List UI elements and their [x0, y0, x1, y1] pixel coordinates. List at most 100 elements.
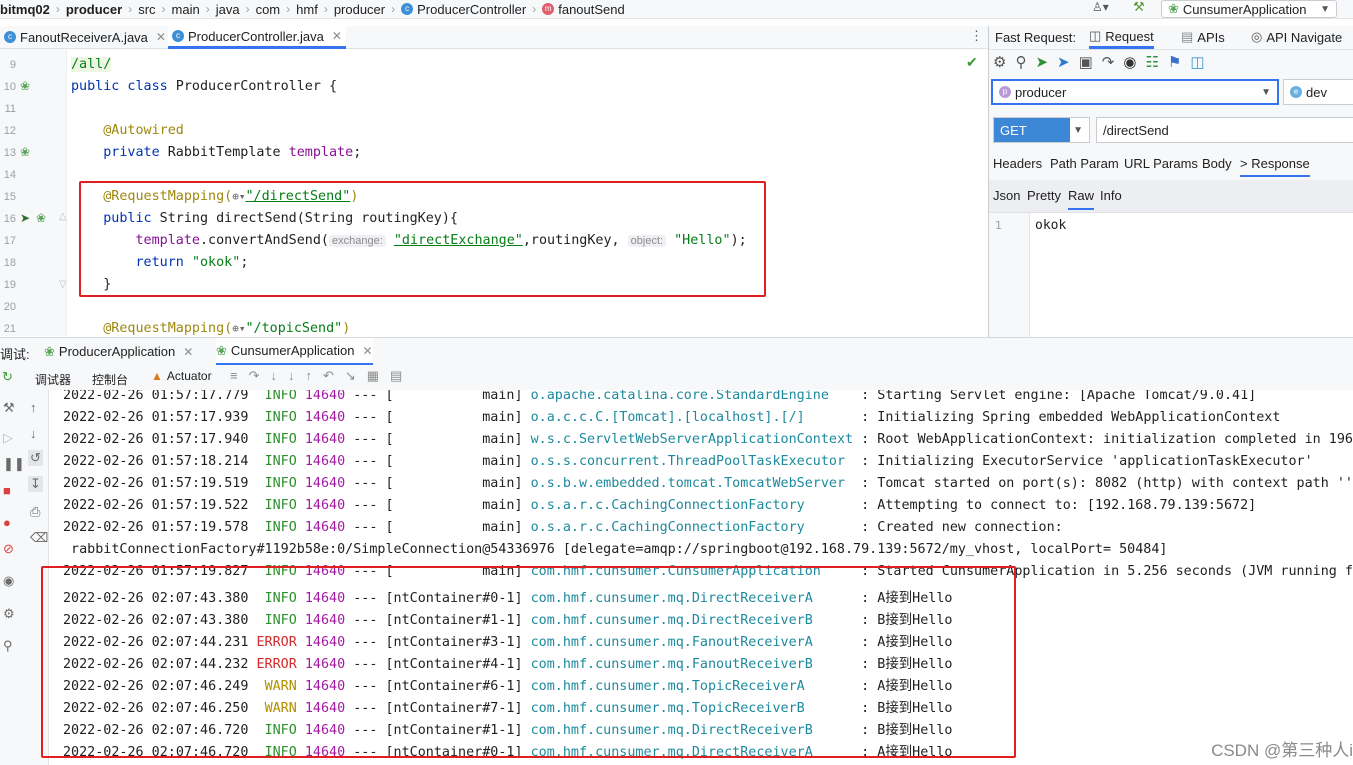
tab-producer-controller[interactable]: c ProducerController.java ✕: [168, 26, 346, 49]
tab-pretty[interactable]: Pretty: [1027, 188, 1061, 203]
tab-info[interactable]: Info: [1100, 188, 1122, 203]
doc-icon[interactable]: ☷: [1145, 53, 1158, 71]
resume-icon[interactable]: ▷: [3, 430, 13, 446]
method-selector[interactable]: GET ▼: [993, 117, 1090, 143]
log-pid: 14640: [304, 454, 346, 469]
camera-icon[interactable]: ◉: [3, 573, 14, 589]
breadcrumb-item[interactable]: producer ›: [66, 0, 138, 18]
spring-endpoint-icon[interactable]: ❀: [36, 211, 46, 225]
tab-console[interactable]: 控制台: [92, 371, 128, 388]
stop-icon[interactable]: ■: [3, 483, 11, 498]
log-message: : Attempting to connect to: [192.168.79.…: [861, 498, 1257, 513]
curl-icon[interactable]: ◉: [1123, 53, 1136, 71]
send-request-icon[interactable]: ➤: [20, 211, 30, 225]
breadcrumb-separator: ›: [286, 2, 291, 16]
log-separator: ---: [353, 498, 378, 513]
breadcrumb-item[interactable]: java ›: [216, 0, 256, 18]
tab-debugger[interactable]: 调试器: [35, 371, 71, 388]
log-timestamp: 2022-02-26 01:57:19.519: [63, 476, 249, 491]
breadcrumb-separator: ›: [323, 2, 328, 16]
breadcrumb-item[interactable]: c ProducerController ›: [401, 0, 542, 18]
breadcrumb-item[interactable]: com ›: [256, 0, 297, 18]
arrow-up-icon[interactable]: ↑: [30, 400, 37, 415]
tab-raw[interactable]: Raw: [1068, 188, 1095, 210]
mute-breakpoints-icon[interactable]: ⊘: [3, 541, 14, 557]
response-viewer[interactable]: 1 okok: [989, 212, 1353, 338]
tab-label: API Navigate: [1266, 29, 1343, 45]
spring-bean-icon[interactable]: ❀: [20, 145, 30, 159]
tab-cunsumer-application[interactable]: ❀ CunsumerApplication ✕: [216, 338, 373, 365]
trash-icon[interactable]: ⌫: [30, 530, 48, 546]
pin-icon[interactable]: ⚲: [3, 638, 13, 654]
rerun-icon[interactable]: ↻: [2, 369, 13, 385]
search-icon[interactable]: ⚲: [1015, 53, 1026, 71]
project-selector[interactable]: p producer ▼: [991, 79, 1279, 105]
gift-icon[interactable]: ◫: [1190, 53, 1204, 71]
log-line: 2022-02-26 01:57:19.522 INFO 14640 --- […: [63, 498, 1256, 513]
log-separator: ---: [353, 454, 378, 469]
breadcrumb-item[interactable]: hmf ›: [296, 0, 334, 18]
tab-api-navigate[interactable]: ◎ API Navigate: [1251, 26, 1342, 48]
log-separator: ---: [353, 410, 378, 425]
line-number: 18: [3, 257, 16, 269]
line-number: 13: [3, 147, 16, 159]
globe-icon[interactable]: ⊕▾: [232, 322, 245, 335]
close-icon[interactable]: ✕: [183, 345, 193, 359]
tab-url-params[interactable]: URL Params: [1124, 156, 1198, 171]
wrench-icon[interactable]: ⚙: [993, 53, 1006, 71]
print-icon[interactable]: ⎙: [30, 504, 40, 520]
run-config-selector[interactable]: ❀ CunsumerApplication ▼: [1161, 0, 1337, 18]
user-icon[interactable]: ♙▾: [1092, 0, 1109, 14]
breadcrumb-separator: ›: [532, 2, 537, 16]
tab-actuator[interactable]: ▲ Actuator: [151, 369, 212, 383]
breadcrumb-item[interactable]: src ›: [138, 0, 171, 18]
code-line-21: @RequestMapping(⊕▾"/topicSend"): [103, 321, 351, 336]
log-message: : Starting Servlet engine: [Apache Tomca…: [861, 390, 1257, 403]
fast-request-label: Fast Request:: [995, 29, 1076, 45]
scroll-to-end-icon[interactable]: ↧: [28, 476, 43, 492]
log-level: INFO: [264, 390, 297, 403]
pause-icon[interactable]: ❚❚: [3, 456, 25, 472]
tab-body[interactable]: Body: [1202, 156, 1232, 171]
breadcrumb-item[interactable]: bitmq02 ›: [0, 0, 66, 18]
breadcrumb-item[interactable]: m fanoutSend: [542, 0, 625, 18]
breadcrumb-label: hmf: [296, 1, 318, 17]
debug-step-icons[interactable]: ≡↷↓↓↑↶↘▦▤: [230, 368, 413, 384]
more-options-icon[interactable]: ⋮: [970, 28, 983, 44]
tab-apis[interactable]: ▤ APIs: [1181, 26, 1225, 48]
tab-headers[interactable]: Headers: [993, 156, 1042, 171]
send-download-icon[interactable]: ➤: [1057, 53, 1070, 71]
close-icon[interactable]: ✕: [156, 30, 166, 44]
soft-wrap-icon[interactable]: ↺: [28, 450, 43, 466]
wrench-icon[interactable]: ⚒: [3, 400, 15, 416]
tab-producer-application[interactable]: ❀ ProducerApplication ✕: [44, 338, 193, 365]
breadcrumb-item[interactable]: producer ›: [334, 0, 401, 18]
line-number: 11: [4, 103, 16, 115]
pin-icon[interactable]: ⚑: [1168, 53, 1181, 71]
settings-icon[interactable]: ⚙: [3, 606, 15, 622]
log-pid: 14640: [304, 498, 346, 513]
class-icon: c: [4, 31, 16, 43]
breakpoints-icon[interactable]: ●: [3, 515, 11, 530]
code-highlight-box: [79, 181, 766, 297]
spring-bean-icon[interactable]: ❀: [20, 79, 30, 93]
log-level: INFO: [264, 454, 297, 469]
tab-path-param[interactable]: Path Param: [1050, 156, 1119, 171]
code-line-10: public class ProducerController {: [71, 79, 338, 94]
send-icon[interactable]: ➤: [1035, 53, 1048, 71]
save-icon[interactable]: ▣: [1079, 53, 1093, 71]
build-hammer-icon[interactable]: ⚒: [1133, 0, 1145, 15]
close-icon[interactable]: ✕: [332, 29, 342, 43]
redo-icon[interactable]: ↷: [1102, 53, 1115, 71]
tab-response[interactable]: > Response: [1240, 156, 1310, 177]
tab-request[interactable]: ◫ Request: [1089, 26, 1154, 49]
log-thread: [ main]: [385, 390, 523, 403]
close-icon[interactable]: ✕: [362, 344, 372, 358]
tab-fanout-receiver-a[interactable]: c FanoutReceiverA.java ✕: [0, 26, 170, 48]
env-selector[interactable]: e dev: [1283, 79, 1353, 105]
url-input[interactable]: /directSend: [1096, 117, 1353, 143]
tab-json[interactable]: Json: [993, 188, 1020, 203]
arrow-down-icon[interactable]: ↓: [30, 426, 37, 441]
breadcrumb-item[interactable]: main ›: [172, 0, 216, 18]
log-message: : Created new connection:: [861, 520, 1063, 535]
